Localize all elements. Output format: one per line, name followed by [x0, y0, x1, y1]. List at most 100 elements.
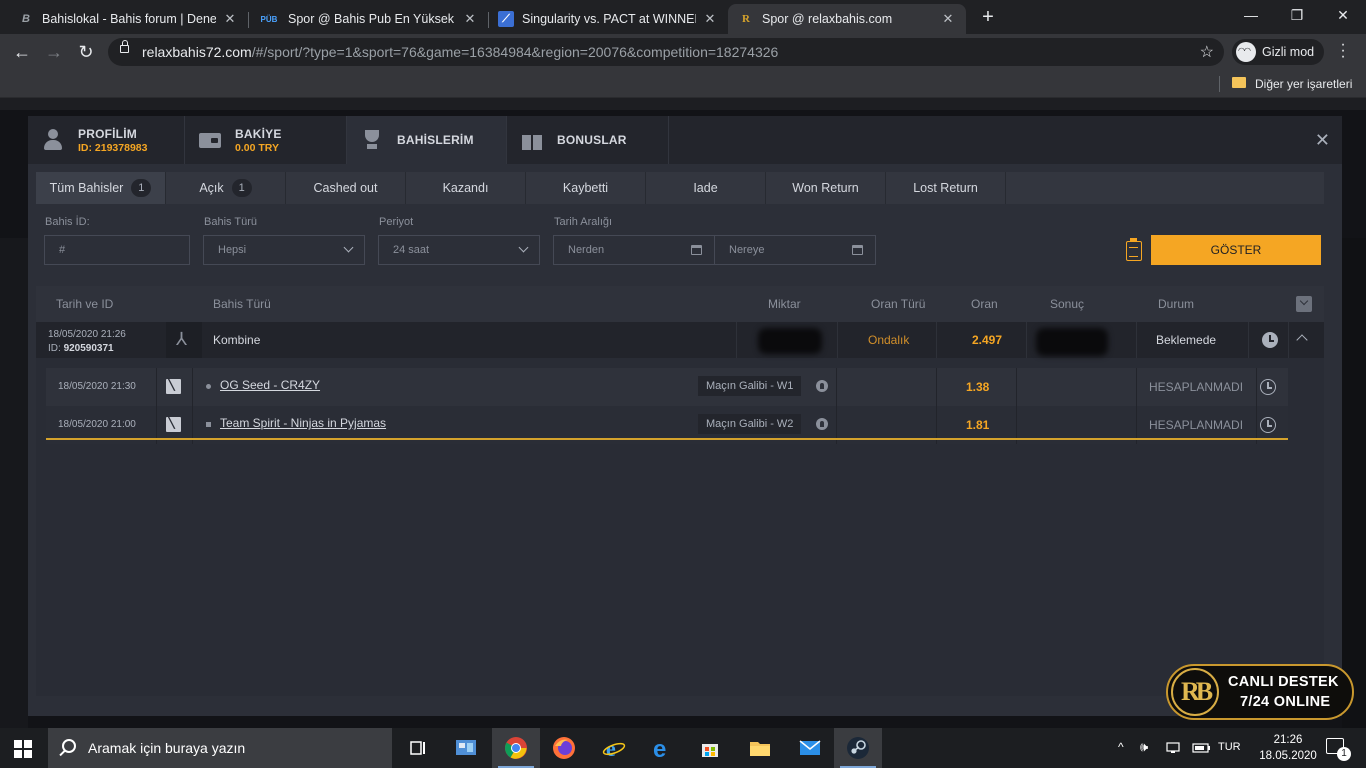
- taskbar-app-explorer[interactable]: [736, 728, 784, 768]
- period-select[interactable]: 24 saat: [378, 235, 540, 265]
- browser-tab-title: Spor @ relaxbahis.com: [762, 12, 893, 26]
- subtab-label: Kaybetti: [562, 181, 609, 195]
- bet-type-value: Kombine: [213, 333, 261, 347]
- live-support-button[interactable]: RB CANLI DESTEK 7/24 ONLINE: [1166, 664, 1354, 720]
- taskbar-app-mail[interactable]: [786, 728, 834, 768]
- result-redacted: [1036, 328, 1108, 356]
- tab-profile-label: PROFİLİM: [78, 126, 137, 141]
- tab-close-icon[interactable]: ✕: [462, 11, 478, 27]
- tab-my-bets[interactable]: BAHİSLERİM: [347, 116, 507, 164]
- subtab-label: Iade: [693, 181, 718, 195]
- subtab-won[interactable]: Kazandı: [406, 172, 526, 204]
- incognito-indicator[interactable]: Gizli mod: [1232, 39, 1325, 65]
- minimize-icon[interactable]: —: [1228, 0, 1274, 32]
- col-divider: [1136, 368, 1137, 406]
- subtab-won-return[interactable]: Won Return: [766, 172, 886, 204]
- browser-tab-2[interactable]: PÜB Spor @ Bahis Pub En Yüksek Bah ✕: [248, 4, 488, 34]
- internet-explorer-icon: e: [602, 736, 626, 760]
- show-button[interactable]: GÖSTER: [1151, 235, 1321, 265]
- show-hidden-icons[interactable]: ^: [1118, 740, 1124, 756]
- browser-tab-4-active[interactable]: R Spor @ relaxbahis.com ✕: [728, 4, 966, 34]
- bookmark-star-icon[interactable]: ☆: [1200, 42, 1214, 62]
- modal-tabbar: PROFİLİM ID: 219378983 BAKİYE 0.00 TRY B…: [28, 116, 1342, 164]
- bet-filter-tabs: Tüm Bahisler 1 Açık 1 Cashed out Kazandı…: [36, 172, 1324, 204]
- amount-redacted: [758, 328, 822, 354]
- taskbar-app-edge[interactable]: e: [638, 728, 686, 768]
- subtab-refund[interactable]: Iade: [646, 172, 766, 204]
- col-divider: [837, 322, 838, 358]
- bullet-icon: [206, 422, 211, 427]
- bet-id-label: Bahis İD:: [45, 216, 90, 228]
- browser-tab-1[interactable]: B Bahislokal - Bahis forum | Denem ✕: [8, 4, 248, 34]
- battery-icon[interactable]: [1192, 741, 1212, 755]
- close-window-icon[interactable]: ✕: [1320, 0, 1366, 32]
- col-divider: [156, 368, 157, 406]
- browser-tab-title: Singularity vs. PACT at WINNERS: [522, 12, 696, 26]
- subtab-cashed-out[interactable]: Cashed out: [286, 172, 406, 204]
- browser-tab-3[interactable]: ⟋ Singularity vs. PACT at WINNERS ✕: [488, 4, 728, 34]
- taskbar-app-control-panel[interactable]: [442, 728, 490, 768]
- address-bar[interactable]: relaxbahis72.com/#/sport/?type=1&sport=7…: [108, 38, 1224, 66]
- date-from-input[interactable]: Nerden: [553, 235, 715, 265]
- subtab-open[interactable]: Açık 1: [166, 172, 286, 204]
- task-view-icon: [410, 741, 425, 755]
- tab-close-icon[interactable]: ✕: [940, 11, 956, 27]
- taskbar-app-steam[interactable]: [834, 728, 882, 768]
- bet-type-select[interactable]: Hepsi: [203, 235, 365, 265]
- file-explorer-icon: [750, 742, 770, 756]
- tab-profile[interactable]: PROFİLİM ID: 219378983: [28, 116, 185, 164]
- site-right-peek: [1342, 238, 1366, 728]
- selection-status: HESAPLANMADI: [1149, 418, 1244, 432]
- back-icon[interactable]: ←: [10, 40, 34, 64]
- date-to-input[interactable]: Nereye: [714, 235, 876, 265]
- tab-bonuses[interactable]: BONUSLAR: [507, 116, 669, 164]
- live-stream-icon[interactable]: [816, 418, 828, 430]
- tab-close-icon[interactable]: ✕: [702, 11, 718, 27]
- bullet-icon: [206, 384, 211, 389]
- other-bookmarks-link[interactable]: Diğer yer işaretleri: [1255, 77, 1352, 91]
- network-icon[interactable]: [1166, 741, 1186, 755]
- subtab-lost[interactable]: Kaybetti: [526, 172, 646, 204]
- reload-icon[interactable]: ↻: [74, 40, 98, 64]
- bet-id-input[interactable]: #: [44, 235, 190, 265]
- site-sidebar-peek: [0, 238, 28, 728]
- search-placeholder: Aramak için buraya yazın: [88, 740, 246, 756]
- taskbar-app-firefox[interactable]: [540, 728, 588, 768]
- live-stream-icon[interactable]: [816, 380, 828, 392]
- tab-balance[interactable]: BAKİYE 0.00 TRY: [185, 116, 347, 164]
- taskbar-clock[interactable]: 21:26 18.05.2020: [1258, 732, 1318, 764]
- bet-row[interactable]: 18/05/2020 21:26 ID: 920590371 Kombine O…: [36, 322, 1324, 358]
- col-divider: [1288, 322, 1289, 358]
- bet-type-label: Bahis Türü: [204, 216, 257, 228]
- url-text: relaxbahis72.com/#/sport/?type=1&sport=7…: [142, 44, 779, 60]
- chevron-up-icon[interactable]: [1296, 334, 1308, 346]
- bahispub-favicon-icon: PÜB: [260, 14, 278, 24]
- restore-icon[interactable]: ❐: [1274, 0, 1320, 32]
- input-language[interactable]: TUR: [1218, 741, 1241, 755]
- folder-icon: [1232, 77, 1246, 88]
- task-view-button[interactable]: [394, 728, 442, 768]
- windows-start-icon[interactable]: [14, 740, 32, 758]
- subtab-all-bets[interactable]: Tüm Bahisler 1: [36, 172, 166, 204]
- support-line-2: 7/24 ONLINE: [1240, 694, 1331, 710]
- match-link[interactable]: OG Seed - CR4ZY: [220, 378, 320, 392]
- new-tab-button[interactable]: +: [976, 6, 1000, 30]
- browser-menu-icon[interactable]: · · ·: [1338, 37, 1348, 65]
- clipboard-icon[interactable]: [1126, 238, 1142, 261]
- tab-close-icon[interactable]: ✕: [222, 11, 238, 27]
- header-amount: Miktar: [768, 297, 801, 311]
- subtab-lost-return[interactable]: Lost Return: [886, 172, 1006, 204]
- taskbar-search[interactable]: Aramak için buraya yazın: [48, 728, 392, 768]
- selection-date: 18/05/2020 21:30: [58, 381, 136, 392]
- collapse-all-icon[interactable]: [1296, 296, 1312, 312]
- volume-icon[interactable]: 🕪: [1140, 739, 1148, 755]
- col-divider: [1248, 322, 1249, 358]
- close-modal-icon[interactable]: ✕: [1315, 130, 1330, 151]
- match-link[interactable]: Team Spirit - Ninjas in Pyjamas: [220, 416, 386, 430]
- forward-icon[interactable]: →: [42, 40, 66, 64]
- taskbar-app-store[interactable]: [686, 728, 734, 768]
- notification-center-icon[interactable]: 1: [1326, 738, 1351, 761]
- taskbar-app-ie[interactable]: e: [590, 728, 638, 768]
- taskbar-app-chrome[interactable]: [492, 728, 540, 768]
- col-divider: [192, 368, 193, 406]
